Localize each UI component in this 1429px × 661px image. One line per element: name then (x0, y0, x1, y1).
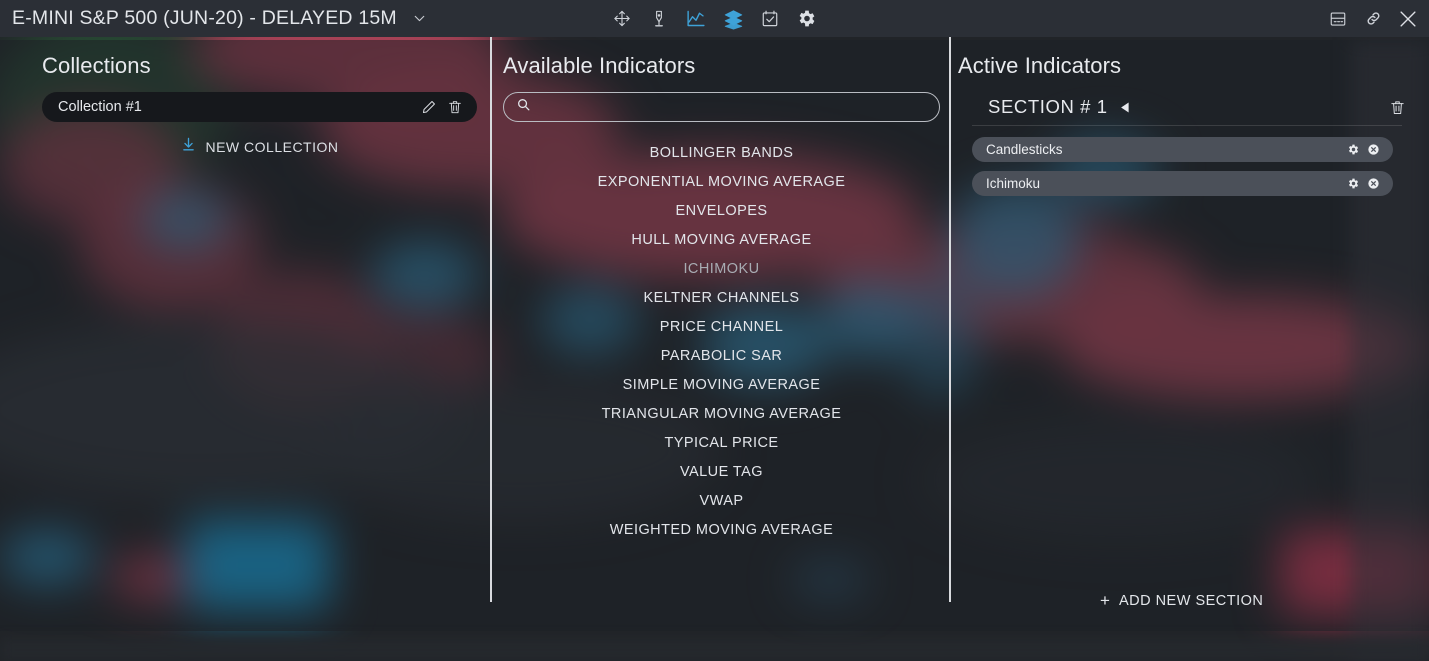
gear-icon[interactable] (795, 7, 819, 31)
available-indicator-item[interactable]: PARABOLIC SAR (503, 341, 940, 370)
close-circle-icon[interactable] (1364, 175, 1382, 193)
trash-icon[interactable] (1389, 99, 1406, 116)
new-collection-button[interactable]: NEW COLLECTION (42, 136, 477, 158)
panel-layout-icon[interactable] (1327, 8, 1349, 30)
new-collection-label: NEW COLLECTION (205, 139, 339, 155)
chevron-down-icon[interactable] (411, 10, 428, 27)
available-indicator-item[interactable]: TRIANGULAR MOVING AVERAGE (503, 399, 940, 428)
panel-divider-right (949, 4, 951, 602)
available-indicator-item[interactable]: VALUE TAG (503, 457, 940, 486)
available-indicator-item[interactable]: SIMPLE MOVING AVERAGE (503, 370, 940, 399)
section-label: SECTION # 1 (988, 96, 1108, 117)
available-indicator-list: BOLLINGER BANDS EXPONENTIAL MOVING AVERAG… (503, 138, 940, 544)
chart-toolbar (610, 7, 819, 31)
available-indicator-label: TYPICAL PRICE (664, 434, 779, 451)
close-icon[interactable] (1397, 8, 1419, 30)
collection-name: Collection #1 (58, 99, 142, 115)
available-indicator-item[interactable]: BOLLINGER BANDS (503, 138, 940, 167)
pencil-icon[interactable] (419, 97, 439, 117)
instrument-title: E-MINI S&P 500 (JUN-20) - DELAYED 15M (12, 7, 397, 29)
search-input[interactable] (539, 99, 927, 115)
indicator-search-box[interactable] (503, 92, 940, 122)
available-indicator-label: TRIANGULAR MOVING AVERAGE (601, 405, 842, 422)
download-arrow-icon (180, 136, 197, 158)
collection-item[interactable]: Collection #1 (42, 92, 477, 122)
window-controls (1327, 8, 1419, 30)
available-indicator-label: SIMPLE MOVING AVERAGE (622, 376, 821, 393)
gear-icon[interactable] (1344, 141, 1362, 159)
triangle-left-icon[interactable] (1118, 100, 1133, 115)
available-indicator-item[interactable]: PRICE CHANNEL (503, 312, 940, 341)
available-indicators-panel: Available Indicators BOLLINGER BANDS EXPO… (491, 37, 950, 661)
collections-panel: Collections Collection #1 NEW COLLECTION (0, 37, 491, 661)
available-indicator-item[interactable]: ICHIMOKU (503, 254, 940, 283)
add-new-section-label: ADD NEW SECTION (1118, 592, 1264, 609)
active-indicators-panel: Active Indicators SECTION # 1 Candlestic… (950, 37, 1429, 661)
available-indicator-item[interactable]: TYPICAL PRICE (503, 428, 940, 457)
search-icon (516, 97, 531, 117)
available-indicator-label: PRICE CHANNEL (659, 318, 784, 335)
available-indicator-label: VALUE TAG (679, 463, 764, 480)
active-indicators-title: Active Indicators (958, 53, 1122, 78)
close-circle-icon[interactable] (1364, 141, 1382, 159)
plus-icon: + (1100, 591, 1110, 610)
window-header: E-MINI S&P 500 (JUN-20) - DELAYED 15M (0, 0, 1429, 37)
available-indicator-label: BOLLINGER BANDS (649, 144, 794, 161)
trash-icon[interactable] (445, 97, 465, 117)
line-chart-icon[interactable] (684, 7, 708, 31)
available-indicator-item[interactable]: VWAP (503, 486, 940, 515)
layers-icon[interactable] (721, 7, 745, 31)
crosshair-icon[interactable] (610, 7, 634, 31)
available-indicator-label: WEIGHTED MOVING AVERAGE (609, 521, 834, 538)
panel-divider-left (490, 4, 492, 602)
available-indicator-item[interactable]: WEIGHTED MOVING AVERAGE (503, 515, 940, 544)
available-indicator-label: ICHIMOKU (683, 260, 760, 277)
available-indicator-label: PARABOLIC SAR (660, 347, 783, 364)
collections-title: Collections (42, 53, 151, 78)
section-divider (972, 125, 1402, 126)
available-indicator-item[interactable]: KELTNER CHANNELS (503, 283, 940, 312)
active-indicator-label: Candlesticks (986, 142, 1063, 157)
indicator-manager-window: E-MINI S&P 500 (JUN-20) - DELAYED 15M Co… (0, 0, 1429, 661)
link-icon[interactable] (1362, 8, 1384, 30)
available-indicators-title: Available Indicators (503, 53, 696, 78)
add-new-section-button[interactable]: + ADD NEW SECTION (1100, 592, 1263, 609)
available-indicator-label: ENVELOPES (675, 202, 768, 219)
section-header: SECTION # 1 (988, 96, 1408, 118)
calendar-check-icon[interactable] (758, 7, 782, 31)
active-indicator-item[interactable]: Ichimoku (972, 171, 1393, 196)
drawing-pen-icon[interactable] (647, 7, 671, 31)
available-indicator-label: EXPONENTIAL MOVING AVERAGE (597, 173, 846, 190)
gear-icon[interactable] (1344, 175, 1362, 193)
active-indicator-item[interactable]: Candlesticks (972, 137, 1393, 162)
available-indicator-item[interactable]: ENVELOPES (503, 196, 940, 225)
available-indicator-label: HULL MOVING AVERAGE (631, 231, 812, 248)
available-indicator-item[interactable]: HULL MOVING AVERAGE (503, 225, 940, 254)
active-indicator-list: Candlesticks Ichimoku (958, 137, 1429, 196)
active-indicator-label: Ichimoku (986, 176, 1041, 191)
available-indicator-item[interactable]: EXPONENTIAL MOVING AVERAGE (503, 167, 940, 196)
available-indicator-label: VWAP (699, 492, 744, 509)
available-indicator-label: KELTNER CHANNELS (643, 289, 800, 306)
